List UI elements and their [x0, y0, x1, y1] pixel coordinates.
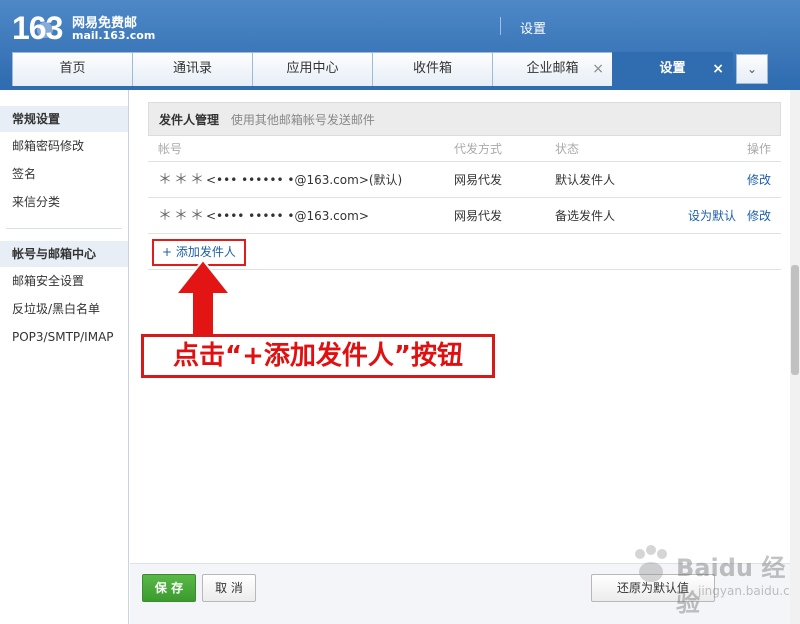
masked-name: ＊＊＊: [158, 172, 206, 188]
tab-bar: 首页 通讯录 应用中心 收件箱 企业邮箱 × 设置 × ⌄: [12, 52, 768, 86]
tab-contacts[interactable]: 通讯录: [132, 52, 253, 86]
chevron-down-icon: ⌄: [746, 62, 758, 76]
tab-inbox[interactable]: 收件箱: [372, 52, 493, 86]
sender-account: ＊＊＊<••• •••••• •@163.com>(默认): [158, 162, 402, 198]
modify-link[interactable]: 修改: [747, 162, 771, 198]
sender-management-panel: 发件人管理 使用其他邮箱帐号发送邮件 帐号 代发方式 状态 操作 ＊＊＊<•••…: [148, 102, 781, 270]
sidebar-item-pop3[interactable]: POP3/SMTP/IMAP: [0, 323, 128, 351]
logo[interactable]: 163 网易免费邮 mail.163.com: [12, 10, 162, 46]
sidebar-section-account[interactable]: 帐号与邮箱中心: [0, 241, 128, 267]
tab-label: 首页: [59, 61, 86, 76]
panel-title: 发件人管理: [159, 113, 220, 127]
table-row: ＊＊＊<•••• ••••• •@163.com> 网易代发 备选发件人 设为默…: [148, 198, 781, 234]
panel-header: 发件人管理 使用其他邮箱帐号发送邮件: [148, 102, 781, 136]
table-row: ＊＊＊<••• •••••• •@163.com>(默认) 网易代发 默认发件人…: [148, 162, 781, 198]
set-default-link[interactable]: 设为默认: [688, 198, 736, 234]
tab-enterprise-mail[interactable]: 企业邮箱 ×: [492, 52, 613, 86]
sender-status: 默认发件人: [555, 173, 616, 187]
masked-name: ＊＊＊: [158, 208, 206, 224]
column-status: 状态: [555, 142, 580, 156]
sidebar-divider: [6, 228, 122, 229]
tab-home[interactable]: 首页: [12, 52, 133, 86]
sidebar-section-general[interactable]: 常规设置: [0, 106, 128, 132]
tab-label: 通讯录: [172, 61, 212, 76]
close-icon[interactable]: ×: [592, 53, 604, 85]
paw-icon: [635, 545, 667, 582]
modify-link[interactable]: 修改: [747, 198, 771, 234]
annotation-callout: 点击“+添加发件人”按钮: [141, 334, 495, 378]
tab-label: 应用中心: [286, 61, 339, 76]
sidebar-item-spam[interactable]: 反垃圾/黑白名单: [0, 295, 128, 323]
tab-settings[interactable]: 设置 ×: [612, 52, 733, 86]
sidebar: 常规设置 邮箱密码修改 签名 来信分类 帐号与邮箱中心 邮箱安全设置 反垃圾/黑…: [0, 90, 129, 624]
tab-label: 设置: [659, 61, 686, 76]
tab-more-button[interactable]: ⌄: [736, 54, 768, 84]
header-title: 设置: [520, 22, 547, 37]
tab-label: 收件箱: [412, 61, 452, 76]
sender-address: <••• •••••• •@163.com>(默认): [206, 173, 403, 187]
sidebar-item-security[interactable]: 邮箱安全设置: [0, 267, 128, 295]
watermark-text: Baidu 经验: [676, 554, 786, 617]
panel-subtitle: 使用其他邮箱帐号发送邮件: [230, 113, 375, 127]
logo-domain: mail.163.com: [72, 29, 156, 42]
sidebar-item-mail-rules[interactable]: 来信分类: [0, 188, 128, 216]
sender-address: <•••• ••••• •@163.com>: [206, 209, 369, 223]
column-action: 操作: [746, 142, 771, 156]
column-account: 帐号: [158, 142, 183, 156]
scrollbar-thumb[interactable]: [791, 265, 799, 375]
sender-method: 网易代发: [454, 173, 503, 187]
scrollbar[interactable]: [790, 90, 800, 624]
tab-label: 企业邮箱: [526, 61, 579, 76]
table-header: 帐号 代发方式 状态 操作: [148, 136, 781, 162]
header-divider: [500, 17, 501, 35]
sender-status: 备选发件人: [555, 209, 616, 223]
save-button[interactable]: 保 存: [142, 574, 196, 602]
tab-app-center[interactable]: 应用中心: [252, 52, 373, 86]
baidu-watermark: Baidu 经验 jingyan.baidu.com: [628, 540, 800, 617]
add-sender-row: + 添加发件人: [148, 234, 781, 270]
sidebar-item-signature[interactable]: 签名: [0, 160, 128, 188]
mail-settings-window: 163 网易免费邮 mail.163.com 设置 首页 通讯录 应用中心 收件…: [0, 0, 800, 624]
logo-seal-icon: [37, 22, 53, 38]
top-header: 163 网易免费邮 mail.163.com 设置 首页 通讯录 应用中心 收件…: [0, 0, 800, 86]
watermark-url: jingyan.baidu.com: [698, 584, 800, 598]
sidebar-item-password[interactable]: 邮箱密码修改: [0, 132, 128, 160]
close-icon[interactable]: ×: [712, 53, 724, 85]
column-method: 代发方式: [454, 142, 503, 156]
sender-account: ＊＊＊<•••• ••••• •@163.com>: [158, 198, 369, 234]
cancel-button[interactable]: 取 消: [202, 574, 256, 602]
annotation-arrow-icon: [174, 258, 232, 339]
sender-method: 网易代发: [454, 209, 503, 223]
